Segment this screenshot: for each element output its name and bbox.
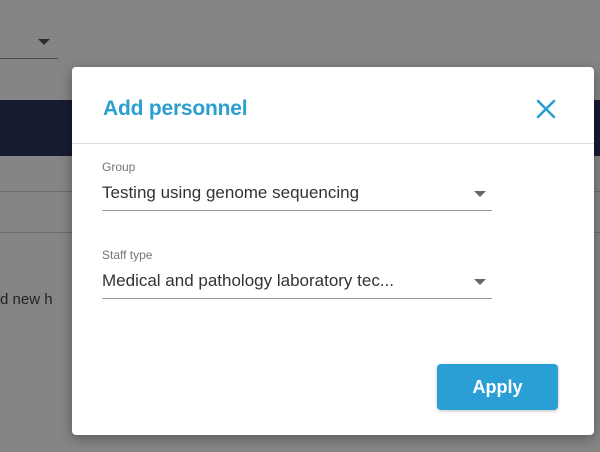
dialog-title: Add personnel (103, 97, 248, 120)
group-value: Testing using genome sequencing (102, 183, 360, 202)
chevron-down-icon (474, 191, 486, 197)
staff-type-label: Staff type (102, 248, 153, 262)
chevron-down-icon (474, 279, 486, 285)
apply-button[interactable]: Apply (437, 364, 558, 410)
close-icon (536, 99, 556, 119)
dialog-header: Add personnel (72, 67, 594, 144)
page: d new h Add personnel Group Testing usin… (0, 0, 600, 452)
close-button[interactable] (530, 93, 562, 125)
add-personnel-dialog: Add personnel Group Testing using genome… (72, 67, 594, 435)
group-select[interactable]: Testing using genome sequencing (102, 182, 492, 211)
staff-type-select[interactable]: Medical and pathology laboratory tec... (102, 270, 492, 299)
group-label: Group (102, 160, 136, 174)
staff-type-value: Medical and pathology laboratory tec... (102, 271, 395, 290)
